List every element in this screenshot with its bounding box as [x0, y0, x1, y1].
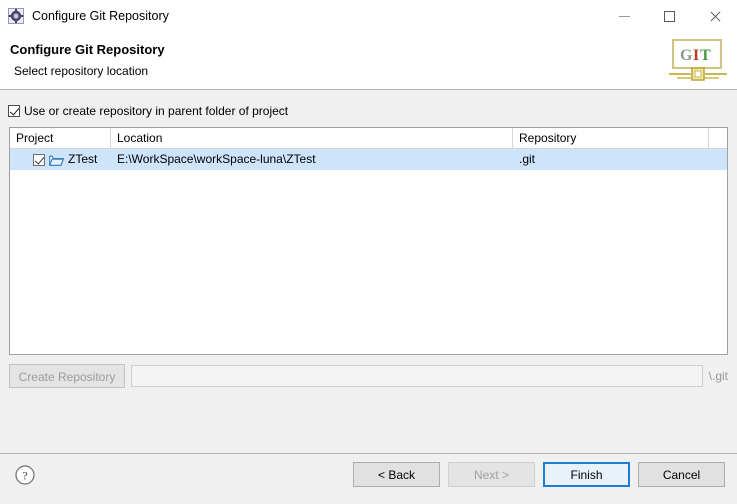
cancel-button[interactable]: Cancel	[638, 462, 725, 487]
table-cell-project-label: ZTest	[68, 152, 98, 166]
help-icon[interactable]: ?	[14, 464, 36, 486]
git-logo-icon: G I T	[667, 37, 729, 85]
table-cell-repository[interactable]: .git	[513, 149, 709, 170]
table-cell-extra	[709, 149, 727, 170]
column-header-extra	[709, 128, 727, 148]
svg-text:?: ?	[22, 469, 27, 483]
git-suffix-label: \.git	[708, 369, 728, 383]
minimize-icon	[619, 15, 630, 17]
table-row[interactable]: ZTest E:\WorkSpace\workSpace-luna\ZTest …	[10, 149, 727, 170]
finish-button[interactable]: Finish	[543, 462, 630, 487]
projects-table[interactable]: Project Location Repository ZTest E:\Wor…	[9, 127, 728, 355]
table-cell-location[interactable]: E:\WorkSpace\workSpace-luna\ZTest	[111, 149, 513, 170]
minimize-button[interactable]	[602, 0, 647, 32]
table-cell-project[interactable]: ZTest	[10, 149, 111, 170]
open-folder-icon	[49, 153, 64, 166]
use-parent-folder-label: Use or create repository in parent folde…	[24, 104, 289, 118]
window-title: Configure Git Repository	[32, 9, 169, 23]
wizard-button-bar: < Back Next > Finish Cancel	[353, 462, 725, 487]
back-button[interactable]: < Back	[353, 462, 440, 487]
content-area: Use or create repository in parent folde…	[0, 90, 737, 453]
svg-text:G: G	[680, 47, 693, 64]
page-subtitle: Select repository location	[14, 64, 149, 78]
create-repository-row: Create Repository \.git	[9, 364, 728, 388]
footer-bar: ? < Back Next > Finish Cancel	[0, 453, 737, 504]
create-repository-button[interactable]: Create Repository	[9, 364, 125, 388]
svg-text:I: I	[693, 47, 699, 64]
column-header-project[interactable]: Project	[10, 128, 111, 148]
wizard-header: Configure Git Repository Select reposito…	[0, 32, 737, 90]
window-controls	[602, 0, 737, 32]
close-icon	[708, 10, 721, 23]
table-header-row: Project Location Repository	[10, 128, 727, 149]
git-config-icon	[8, 8, 24, 24]
svg-text:T: T	[700, 47, 711, 64]
title-bar: Configure Git Repository	[0, 0, 737, 32]
use-parent-folder-checkbox-box[interactable]	[8, 105, 20, 117]
column-header-location[interactable]: Location	[111, 128, 513, 148]
column-header-repository[interactable]: Repository	[513, 128, 709, 148]
use-parent-folder-checkbox[interactable]: Use or create repository in parent folde…	[8, 104, 288, 118]
maximize-icon	[664, 10, 675, 22]
close-button[interactable]	[692, 0, 737, 32]
next-button[interactable]: Next >	[448, 462, 535, 487]
row-checkbox[interactable]	[33, 153, 45, 166]
repository-path-input[interactable]	[131, 365, 703, 387]
maximize-button[interactable]	[647, 0, 692, 32]
page-title: Configure Git Repository	[10, 42, 165, 57]
